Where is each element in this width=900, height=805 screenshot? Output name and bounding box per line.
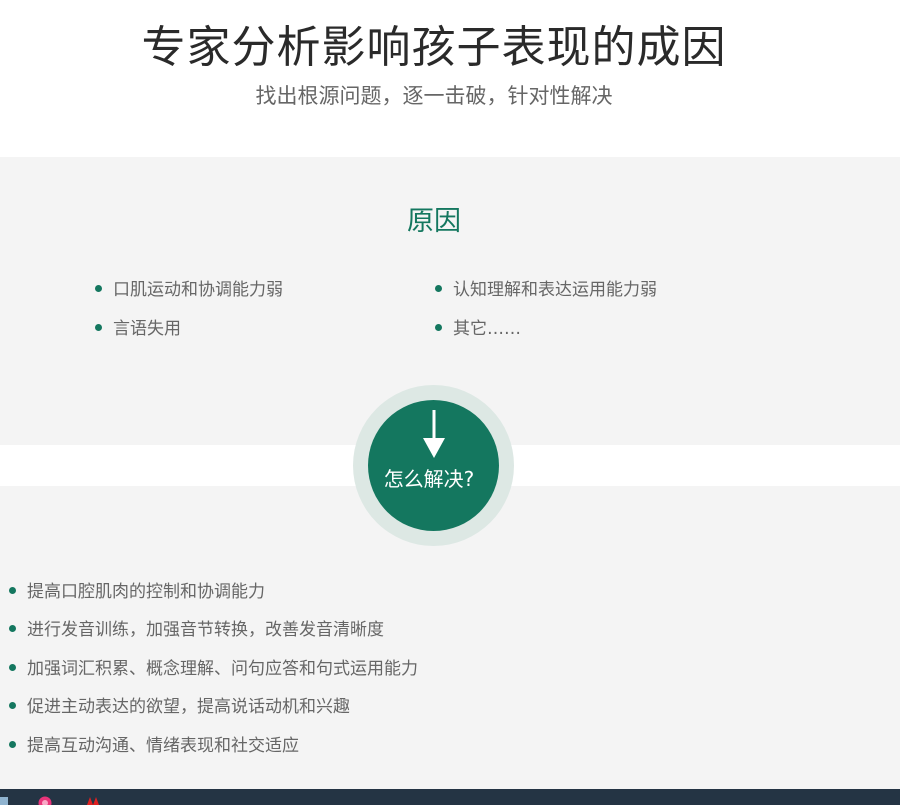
bullet-dot-icon <box>9 586 16 594</box>
page-title: 专家分析影响孩子表现的成因 <box>141 22 727 73</box>
solution-item-label: 加强词汇积累、概念理解、问句应答和句式运用能力 <box>27 659 418 679</box>
bullet-dot-icon <box>95 323 102 331</box>
bullet-dot-icon <box>9 740 16 748</box>
arrow-down-icon <box>423 410 445 458</box>
app-icon[interactable] <box>0 796 14 805</box>
bullet-dot-icon <box>9 701 16 709</box>
solution-item-label: 提高互动沟通、情绪表现和社交适应 <box>27 736 299 756</box>
bullet-dot-icon <box>435 323 442 331</box>
solution-item-label: 提高口腔肌肉的控制和协调能力 <box>27 582 265 602</box>
how-to-solve-label: 怎么解决? <box>383 467 475 491</box>
app-icon[interactable] <box>86 796 100 805</box>
bullet-dot-icon <box>435 284 442 292</box>
cause-item: 口肌运动和协调能力弱 <box>95 279 283 301</box>
solution-item-label: 促进主动表达的欲望，提高说话动机和兴趣 <box>27 697 350 717</box>
cause-item-label: 其它…… <box>453 319 521 339</box>
cause-item-label: 口肌运动和协调能力弱 <box>113 280 283 300</box>
solution-item: 进行发音训练，加强音节转换，改善发音清晰度 <box>9 619 384 641</box>
solution-item-label: 进行发音训练，加强音节转换，改善发音清晰度 <box>27 620 384 640</box>
header-section: 专家分析影响孩子表现的成因 找出根源问题，逐一击破，针对性解决 <box>0 0 900 157</box>
how-to-solve-button[interactable]: 怎么解决? <box>368 400 499 531</box>
bullet-dot-icon <box>9 624 16 632</box>
solution-item: 加强词汇积累、概念理解、问句应答和句式运用能力 <box>9 658 418 680</box>
cause-item-label: 言语失用 <box>113 319 181 339</box>
cause-item: 其它…… <box>435 318 521 340</box>
page-subtitle: 找出根源问题，逐一击破，针对性解决 <box>255 84 613 108</box>
browser-icon[interactable] <box>38 796 52 805</box>
solution-item: 提高口腔肌肉的控制和协调能力 <box>9 581 265 603</box>
solution-item: 促进主动表达的欲望，提高说话动机和兴趣 <box>9 696 350 718</box>
taskbar <box>0 789 900 805</box>
bullet-dot-icon <box>95 284 102 292</box>
cause-item: 认知理解和表达运用能力弱 <box>435 279 657 301</box>
solution-item: 提高互动沟通、情绪表现和社交适应 <box>9 735 299 757</box>
causes-title: 原因 <box>407 206 461 237</box>
cause-item-label: 认知理解和表达运用能力弱 <box>453 280 657 300</box>
bullet-dot-icon <box>9 663 16 671</box>
cause-item: 言语失用 <box>95 318 181 340</box>
